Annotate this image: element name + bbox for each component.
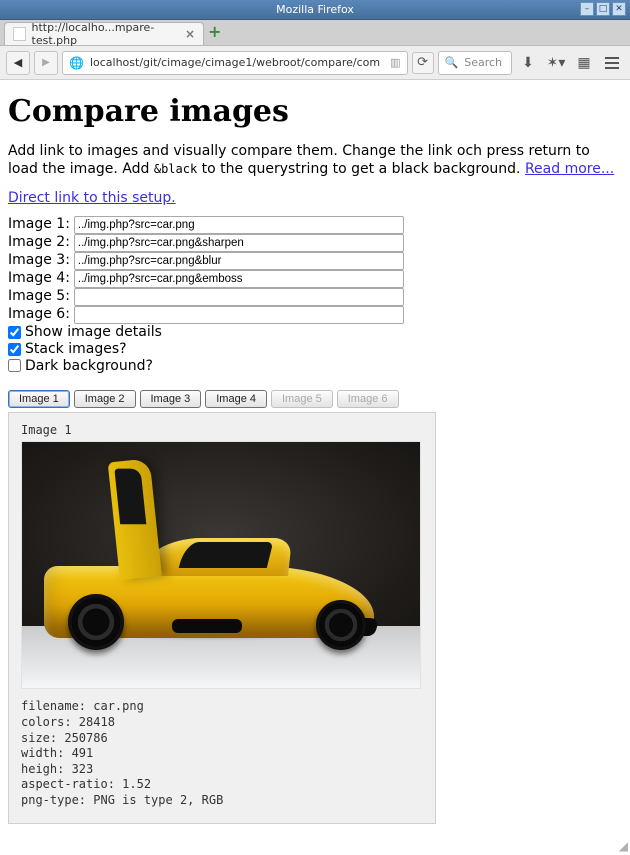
- page-title: Compare images: [8, 94, 622, 129]
- image4-label: Image 4:: [8, 270, 70, 288]
- show-image-details-checkbox[interactable]: [8, 326, 21, 339]
- tab-title: http://localho...mpare-test.php: [32, 21, 179, 47]
- image-preview: [21, 441, 421, 689]
- new-tab-button[interactable]: +: [208, 22, 221, 43]
- window-title: Mozilla Firefox: [276, 3, 354, 16]
- overflow-button[interactable]: ▦: [572, 52, 596, 74]
- hamburger-menu-button[interactable]: [600, 52, 624, 74]
- tab-image-2[interactable]: Image 2: [74, 390, 136, 408]
- image2-label: Image 2:: [8, 234, 70, 252]
- navigation-toolbar: 🌐 localhost/git/cimage/cimage1/webroot/c…: [0, 46, 630, 80]
- tab-image-6[interactable]: Image 6: [337, 390, 399, 408]
- stack-images-label: Stack images?: [25, 341, 127, 358]
- window-titlebar: Mozilla Firefox – □ ✕: [0, 0, 630, 20]
- forward-button[interactable]: [34, 51, 58, 75]
- direct-link[interactable]: Direct link to this setup.: [8, 190, 176, 206]
- tab-strip: http://localho...mpare-test.php × +: [0, 20, 630, 46]
- tab-image-5[interactable]: Image 5: [271, 390, 333, 408]
- browser-tab[interactable]: http://localho...mpare-test.php ×: [4, 22, 204, 45]
- image-panel: Image 1 filename: car.png colors: 28418 …: [8, 412, 436, 823]
- window-minimize-button[interactable]: –: [580, 2, 594, 16]
- downloads-button[interactable]: ⬇: [516, 52, 540, 74]
- image1-input[interactable]: [74, 216, 404, 234]
- read-more-link[interactable]: Read more...: [525, 161, 614, 177]
- image3-label: Image 3:: [8, 252, 70, 270]
- image4-input[interactable]: [74, 270, 404, 288]
- resize-grip-icon[interactable]: ◢: [619, 839, 628, 853]
- image6-label: Image 6:: [8, 306, 70, 324]
- image-details: filename: car.png colors: 28418 size: 25…: [21, 699, 423, 808]
- image1-label: Image 1:: [8, 216, 70, 234]
- bookmark-button[interactable]: ✶▾: [544, 52, 568, 74]
- show-image-details-label: Show image details: [25, 324, 162, 341]
- window-close-button[interactable]: ✕: [612, 2, 626, 16]
- globe-icon: 🌐: [69, 56, 84, 70]
- search-placeholder: Search: [464, 56, 502, 69]
- image2-input[interactable]: [74, 234, 404, 252]
- image-panel-label: Image 1: [21, 423, 423, 437]
- tab-close-icon[interactable]: ×: [185, 27, 195, 41]
- tab-favicon-icon: [13, 27, 26, 41]
- reload-button[interactable]: ⟳: [412, 52, 434, 74]
- search-icon: 🔍: [445, 56, 459, 69]
- tab-image-1[interactable]: Image 1: [8, 390, 70, 408]
- url-bar[interactable]: 🌐 localhost/git/cimage/cimage1/webroot/c…: [62, 51, 408, 75]
- search-bar[interactable]: 🔍 Search: [438, 51, 512, 75]
- image3-input[interactable]: [74, 252, 404, 270]
- image5-input[interactable]: [74, 288, 404, 306]
- url-text: localhost/git/cimage/cimage1/webroot/com…: [90, 56, 380, 69]
- dark-background-checkbox[interactable]: [8, 359, 21, 372]
- image5-label: Image 5:: [8, 288, 70, 306]
- image6-input[interactable]: [74, 306, 404, 324]
- intro-text: Add link to images and visually compare …: [8, 143, 622, 178]
- reader-mode-icon[interactable]: ▥: [390, 56, 400, 69]
- tab-image-3[interactable]: Image 3: [140, 390, 202, 408]
- window-maximize-button[interactable]: □: [596, 2, 610, 16]
- back-button[interactable]: [6, 51, 30, 75]
- dark-background-label: Dark background?: [25, 358, 153, 375]
- tab-image-4[interactable]: Image 4: [205, 390, 267, 408]
- stack-images-checkbox[interactable]: [8, 343, 21, 356]
